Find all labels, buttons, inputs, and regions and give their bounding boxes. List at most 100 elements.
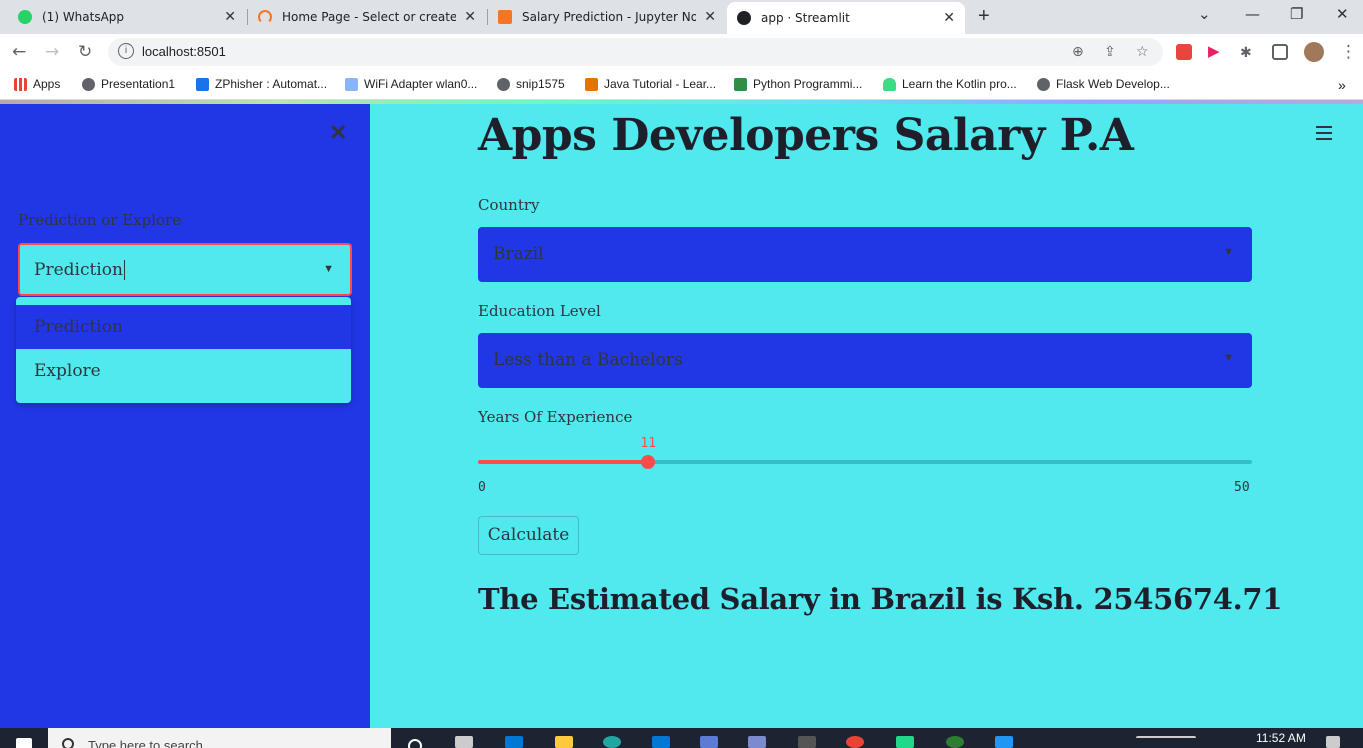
globe-icon bbox=[497, 77, 510, 91]
file-explorer-icon[interactable] bbox=[555, 736, 573, 748]
jupyter-icon bbox=[258, 10, 272, 24]
restore-icon[interactable]: ❐ bbox=[1290, 5, 1303, 23]
vscode-icon[interactable] bbox=[995, 736, 1013, 748]
close-sidebar-icon[interactable]: ✕ bbox=[329, 120, 347, 146]
taskbar-search-input[interactable]: Type here to search bbox=[48, 728, 391, 748]
wifi-icon bbox=[345, 77, 358, 91]
zphisher-icon bbox=[196, 77, 209, 91]
bookmark-java[interactable]: Java Tutorial - Lear... bbox=[585, 77, 716, 91]
country-select-value: Brazil bbox=[493, 244, 544, 264]
experience-label: Years Of Experience bbox=[478, 408, 633, 426]
tab-whatsapp[interactable]: (1) WhatsApp ✕ bbox=[8, 0, 246, 34]
virtualbox-icon[interactable] bbox=[748, 736, 766, 748]
geeks-icon bbox=[734, 77, 747, 91]
browser-tab-bar: (1) WhatsApp ✕ Home Page - Select or cre… bbox=[0, 0, 1363, 34]
globe-icon bbox=[1037, 77, 1050, 91]
tab-streamlit[interactable]: app · Streamlit ✕ bbox=[727, 2, 965, 34]
address-bar: ← → ↻ i localhost:8501 ⊕ ⇪ ☆ ▶ ✱ ⋮ bbox=[0, 34, 1363, 70]
close-window-icon[interactable]: ✕ bbox=[1336, 5, 1349, 23]
close-tab-icon[interactable]: ✕ bbox=[704, 9, 716, 25]
pycharm-icon[interactable] bbox=[896, 736, 914, 748]
bookmark-zphisher[interactable]: ZPhisher : Automat... bbox=[196, 77, 327, 91]
bookmark-star-icon[interactable]: ☆ bbox=[1136, 44, 1149, 60]
education-label: Education Level bbox=[478, 302, 601, 320]
page-title: Apps Developers Salary P.A bbox=[478, 110, 1134, 161]
dropdown-option-prediction[interactable]: Prediction bbox=[16, 305, 351, 349]
bookmark-python[interactable]: Python Programmi... bbox=[734, 77, 862, 91]
edge-icon[interactable] bbox=[603, 736, 621, 748]
bookmark-wifi[interactable]: WiFi Adapter wlan0... bbox=[345, 77, 477, 91]
bookmark-label: ZPhisher : Automat... bbox=[215, 77, 328, 91]
app-icon[interactable] bbox=[946, 736, 964, 748]
bookmark-label: Java Tutorial - Lear... bbox=[604, 77, 717, 91]
tab-title: Home Page - Select or create a n bbox=[282, 10, 457, 24]
dropdown-option-explore[interactable]: Explore bbox=[16, 349, 351, 393]
tab-title: Salary Prediction - Jupyter Noteb bbox=[522, 10, 697, 24]
hamburger-menu-icon[interactable] bbox=[1316, 126, 1332, 144]
tab-salary-prediction[interactable]: Salary Prediction - Jupyter Noteb ✕ bbox=[488, 0, 726, 34]
notifications-icon[interactable] bbox=[1326, 736, 1340, 748]
share-icon[interactable]: ⇪ bbox=[1104, 44, 1116, 60]
chevron-down-icon: ▼ bbox=[323, 263, 334, 275]
extension-icon[interactable] bbox=[1176, 44, 1192, 60]
taskbar-clock[interactable]: 11:52 AM bbox=[1256, 731, 1306, 745]
tab-home-page[interactable]: Home Page - Select or create a n ✕ bbox=[248, 0, 486, 34]
android-icon bbox=[883, 77, 896, 91]
bookmark-label: Apps bbox=[33, 77, 61, 91]
site-info-icon[interactable]: i bbox=[118, 43, 134, 59]
streamlit-icon bbox=[737, 11, 751, 25]
bookmark-flask[interactable]: Flask Web Develop... bbox=[1037, 77, 1170, 91]
education-select[interactable]: Less than a Bachelors ▼ bbox=[478, 333, 1252, 388]
windows-start-icon[interactable] bbox=[16, 738, 32, 748]
education-select-value: Less than a Bachelors bbox=[493, 350, 683, 370]
forward-icon[interactable]: → bbox=[45, 42, 59, 62]
java-icon bbox=[585, 77, 598, 91]
system-tray-icons[interactable] bbox=[1136, 736, 1196, 748]
bookmark-label: snip1575 bbox=[516, 77, 565, 91]
search-icon bbox=[62, 738, 74, 748]
menu-dots-icon[interactable]: ⋮ bbox=[1340, 42, 1357, 62]
puzzle-icon[interactable]: ✱ bbox=[1240, 44, 1256, 60]
terminal-icon[interactable] bbox=[798, 736, 816, 748]
url-field[interactable]: i localhost:8501 ⊕ ⇪ ☆ bbox=[108, 38, 1163, 66]
bookmark-apps[interactable]: Apps bbox=[14, 77, 60, 91]
task-view-icon[interactable] bbox=[455, 736, 473, 748]
tab-search-icon[interactable]: ⌄ bbox=[1198, 5, 1211, 23]
bookmark-presentation1[interactable]: Presentation1 bbox=[82, 77, 175, 91]
new-tab-button[interactable]: + bbox=[978, 5, 990, 28]
bookmark-label: Presentation1 bbox=[101, 77, 176, 91]
side-panel-icon[interactable] bbox=[1272, 44, 1288, 60]
calculator-icon[interactable] bbox=[700, 736, 718, 748]
mode-select[interactable]: Prediction ▼ bbox=[18, 243, 352, 296]
cortana-icon[interactable] bbox=[408, 739, 422, 748]
url-text: localhost:8501 bbox=[142, 44, 226, 59]
close-tab-icon[interactable]: ✕ bbox=[464, 9, 476, 25]
estimated-salary-result: The Estimated Salary in Brazil is Ksh. 2… bbox=[478, 582, 1283, 616]
chevron-down-icon: ▼ bbox=[1223, 352, 1234, 364]
country-select[interactable]: Brazil ▼ bbox=[478, 227, 1252, 282]
taskbar-search-placeholder: Type here to search bbox=[88, 738, 203, 748]
back-icon[interactable]: ← bbox=[12, 42, 26, 62]
chrome-icon[interactable] bbox=[846, 736, 864, 748]
experience-slider-thumb[interactable] bbox=[641, 455, 656, 469]
experience-slider-fill bbox=[478, 460, 649, 464]
bookmark-snip1575[interactable]: snip1575 bbox=[497, 77, 565, 91]
more-bookmarks-icon[interactable]: » bbox=[1338, 77, 1346, 93]
notebook-icon bbox=[498, 10, 512, 24]
media-extension-icon[interactable]: ▶ bbox=[1208, 44, 1224, 60]
store-icon[interactable] bbox=[505, 736, 523, 748]
calculate-button[interactable]: Calculate bbox=[478, 516, 579, 555]
globe-icon bbox=[82, 77, 95, 91]
whatsapp-icon bbox=[18, 10, 32, 24]
reload-icon[interactable]: ↻ bbox=[78, 42, 92, 62]
close-tab-icon[interactable]: ✕ bbox=[224, 9, 236, 25]
mail-icon[interactable] bbox=[652, 736, 670, 748]
close-tab-icon[interactable]: ✕ bbox=[943, 10, 955, 26]
zoom-icon[interactable]: ⊕ bbox=[1072, 44, 1084, 60]
bookmark-kotlin[interactable]: Learn the Kotlin pro... bbox=[883, 77, 1017, 91]
bookmark-label: WiFi Adapter wlan0... bbox=[364, 77, 478, 91]
avatar[interactable] bbox=[1304, 42, 1324, 62]
tab-title: app · Streamlit bbox=[761, 11, 850, 25]
minimize-icon[interactable]: — bbox=[1245, 5, 1260, 23]
country-label: Country bbox=[478, 196, 540, 214]
